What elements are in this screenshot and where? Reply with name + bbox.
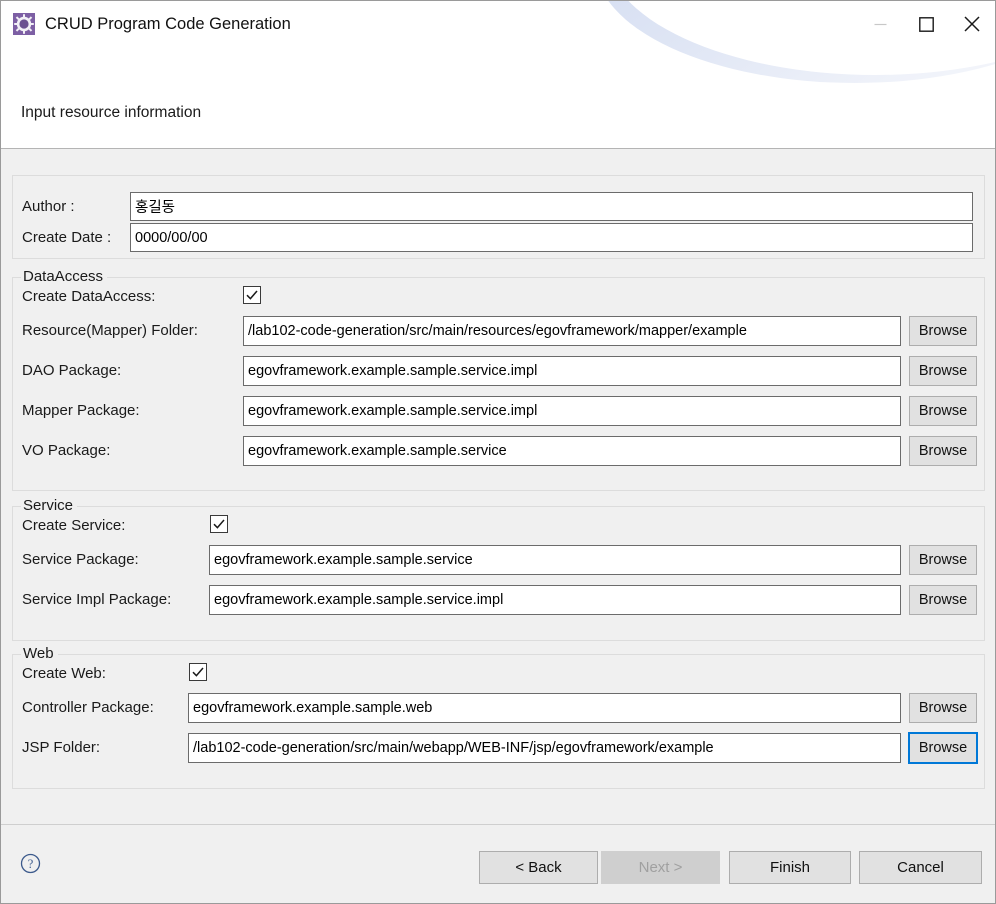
help-icon[interactable]: ? <box>20 853 41 874</box>
mapper-package-label: Mapper Package: <box>22 402 140 419</box>
dialog-window: CRUD Program Code Generation Input resou… <box>0 0 996 904</box>
create-web-label: Create Web: <box>22 665 106 682</box>
jsp-folder-label: JSP Folder: <box>22 739 100 756</box>
minimize-icon[interactable] <box>857 1 903 47</box>
author-label: Author : <box>22 198 75 215</box>
service-package-label: Service Package: <box>22 551 139 568</box>
general-info-panel: Author : Create Date : <box>12 175 985 259</box>
close-icon[interactable] <box>949 1 995 47</box>
dialog-footer: ? < Back Next > Finish Cancel <box>1 824 995 903</box>
title-row: CRUD Program Code Generation <box>13 10 291 38</box>
service-impl-package-input[interactable] <box>209 585 901 615</box>
controller-package-label: Controller Package: <box>22 699 154 716</box>
resource-folder-input[interactable] <box>243 316 901 346</box>
create-service-checkbox[interactable] <box>210 515 228 533</box>
dao-package-input[interactable] <box>243 356 901 386</box>
service-package-input[interactable] <box>209 545 901 575</box>
service-package-browse-button[interactable]: Browse <box>909 545 977 575</box>
create-dataaccess-label: Create DataAccess: <box>22 288 155 305</box>
service-group: Service Create Service: Service Package:… <box>12 506 985 641</box>
web-legend: Web <box>21 645 58 662</box>
controller-package-input[interactable] <box>188 693 901 723</box>
create-service-label: Create Service: <box>22 517 125 534</box>
page-heading: Input resource information <box>21 104 201 122</box>
resource-folder-label: Resource(Mapper) Folder: <box>22 322 198 339</box>
svg-text:?: ? <box>28 857 34 871</box>
vo-package-browse-button[interactable]: Browse <box>909 436 977 466</box>
gear-icon <box>13 13 35 35</box>
content-area: Author : Create Date : DataAccess Create… <box>1 149 995 824</box>
jsp-folder-input[interactable] <box>188 733 901 763</box>
dao-package-browse-button[interactable]: Browse <box>909 356 977 386</box>
mapper-package-input[interactable] <box>243 396 901 426</box>
maximize-icon[interactable] <box>903 1 949 47</box>
title-bar: CRUD Program Code Generation Input resou… <box>1 1 995 149</box>
dataaccess-group: DataAccess Create DataAccess: Resource(M… <box>12 277 985 491</box>
resource-folder-browse-button[interactable]: Browse <box>909 316 977 346</box>
web-group: Web Create Web: Controller Package: Brow… <box>12 654 985 789</box>
dataaccess-legend: DataAccess <box>21 268 107 285</box>
create-web-checkbox[interactable] <box>189 663 207 681</box>
back-button[interactable]: < Back <box>479 851 598 884</box>
service-impl-package-label: Service Impl Package: <box>22 591 171 608</box>
cancel-button[interactable]: Cancel <box>859 851 982 884</box>
jsp-folder-browse-button[interactable]: Browse <box>908 732 978 764</box>
vo-package-label: VO Package: <box>22 442 110 459</box>
create-date-input[interactable] <box>130 223 973 252</box>
controller-package-browse-button[interactable]: Browse <box>909 693 977 723</box>
dao-package-label: DAO Package: <box>22 362 121 379</box>
service-legend: Service <box>21 497 77 514</box>
next-button[interactable]: Next > <box>601 851 720 884</box>
create-dataaccess-checkbox[interactable] <box>243 286 261 304</box>
window-title: CRUD Program Code Generation <box>45 15 291 34</box>
finish-button[interactable]: Finish <box>729 851 851 884</box>
author-input[interactable] <box>130 192 973 221</box>
create-date-label: Create Date : <box>22 229 111 246</box>
mapper-package-browse-button[interactable]: Browse <box>909 396 977 426</box>
service-impl-package-browse-button[interactable]: Browse <box>909 585 977 615</box>
vo-package-input[interactable] <box>243 436 901 466</box>
window-controls <box>857 1 995 47</box>
